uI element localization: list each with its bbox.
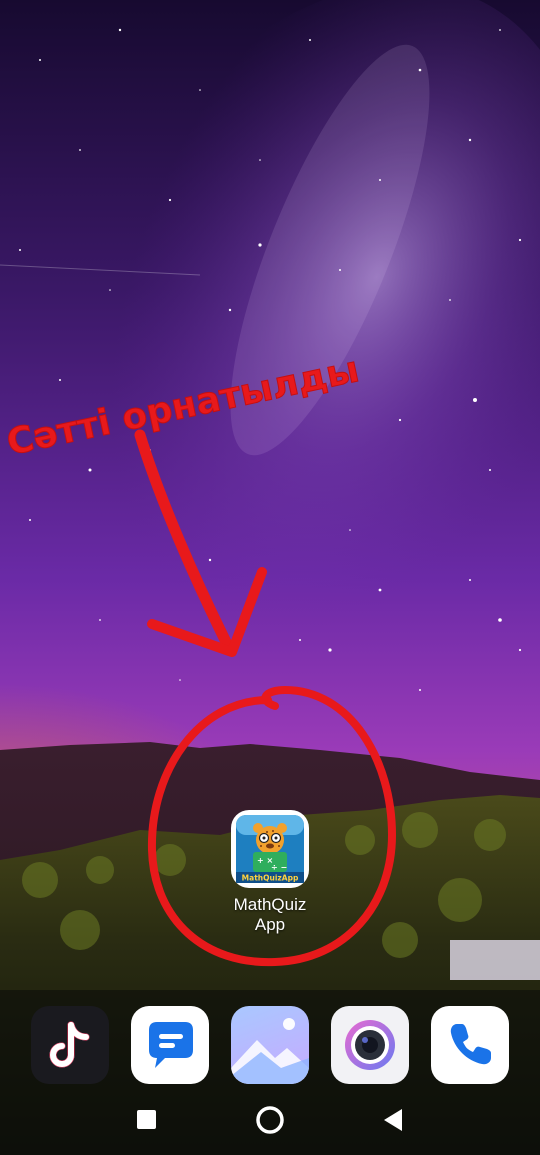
dock	[0, 1006, 540, 1086]
recents-square-icon[interactable]	[116, 1090, 176, 1150]
phone-icon[interactable]	[431, 1006, 509, 1084]
wallpaper-milky-way	[0, 0, 540, 1155]
home-circle-icon[interactable]	[240, 1090, 300, 1150]
back-triangle-icon[interactable]	[364, 1090, 424, 1150]
navigation-bar	[0, 1090, 540, 1150]
mathquizapp-shortcut[interactable]: + × ÷ − MathQuizApp MathQuizApp	[230, 810, 310, 935]
tiktok-icon[interactable]	[31, 1006, 109, 1084]
messages-icon[interactable]	[131, 1006, 209, 1084]
mathquizapp-cheetah-icon: + × ÷ − MathQuizApp	[231, 810, 309, 888]
mathquizapp-label: MathQuizApp	[233, 895, 307, 934]
gallery-icon[interactable]	[231, 1006, 309, 1084]
home-screen: Сәтті орнатылды + × ÷ − MathQuizApp Math…	[0, 0, 540, 1155]
svg-text:MathQuizApp: MathQuizApp	[242, 874, 299, 883]
svg-text:÷ −: ÷ −	[271, 863, 287, 872]
camera-icon[interactable]	[331, 1006, 409, 1084]
